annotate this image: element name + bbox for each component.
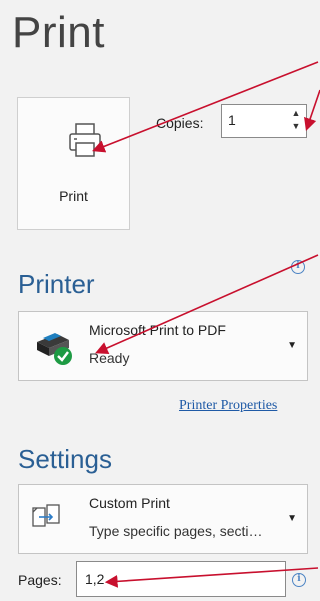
copies-label: Copies: (156, 115, 204, 131)
custom-pages-icon (32, 504, 60, 527)
printer-name: Microsoft Print to PDF (89, 322, 226, 338)
printer-dropdown[interactable]: Microsoft Print to PDF Ready ▼ (18, 311, 308, 381)
pages-label: Pages: (18, 572, 62, 588)
printer-status: Ready (89, 350, 130, 366)
printer-ready-icon (37, 333, 72, 365)
caret-down-icon: ▼ (287, 340, 297, 351)
pages-info-icon[interactable]: i (292, 573, 306, 587)
copies-input[interactable] (228, 112, 283, 128)
chevron-down-icon[interactable]: ▼ (289, 120, 303, 133)
settings-heading: Settings (18, 444, 112, 474)
print-range-description: Type specific pages, secti… (89, 523, 263, 539)
copies-spin-buttons[interactable]: ▲ ▼ (289, 107, 303, 135)
printer-heading: Printer (18, 269, 95, 299)
page-title: Print (12, 8, 105, 57)
print-button[interactable]: Print (17, 97, 130, 230)
printer-properties-link[interactable]: Printer Properties (179, 398, 277, 414)
print-range-dropdown[interactable]: Custom Print Type specific pages, secti…… (18, 484, 308, 554)
caret-down-icon: ▼ (287, 513, 297, 524)
print-button-label: Print (59, 188, 88, 204)
print-range-title: Custom Print (89, 495, 170, 511)
arrow-to-copies (304, 89, 320, 132)
print-backstage: Print Print Copies: ▲ ▼ Printer i Micros… (0, 0, 320, 601)
pages-field[interactable] (76, 561, 286, 597)
pages-input[interactable] (85, 571, 265, 587)
printer-icon (69, 123, 101, 157)
copies-stepper[interactable]: ▲ ▼ (221, 104, 307, 138)
printer-info-icon[interactable]: i (291, 260, 305, 274)
chevron-up-icon[interactable]: ▲ (289, 107, 303, 120)
